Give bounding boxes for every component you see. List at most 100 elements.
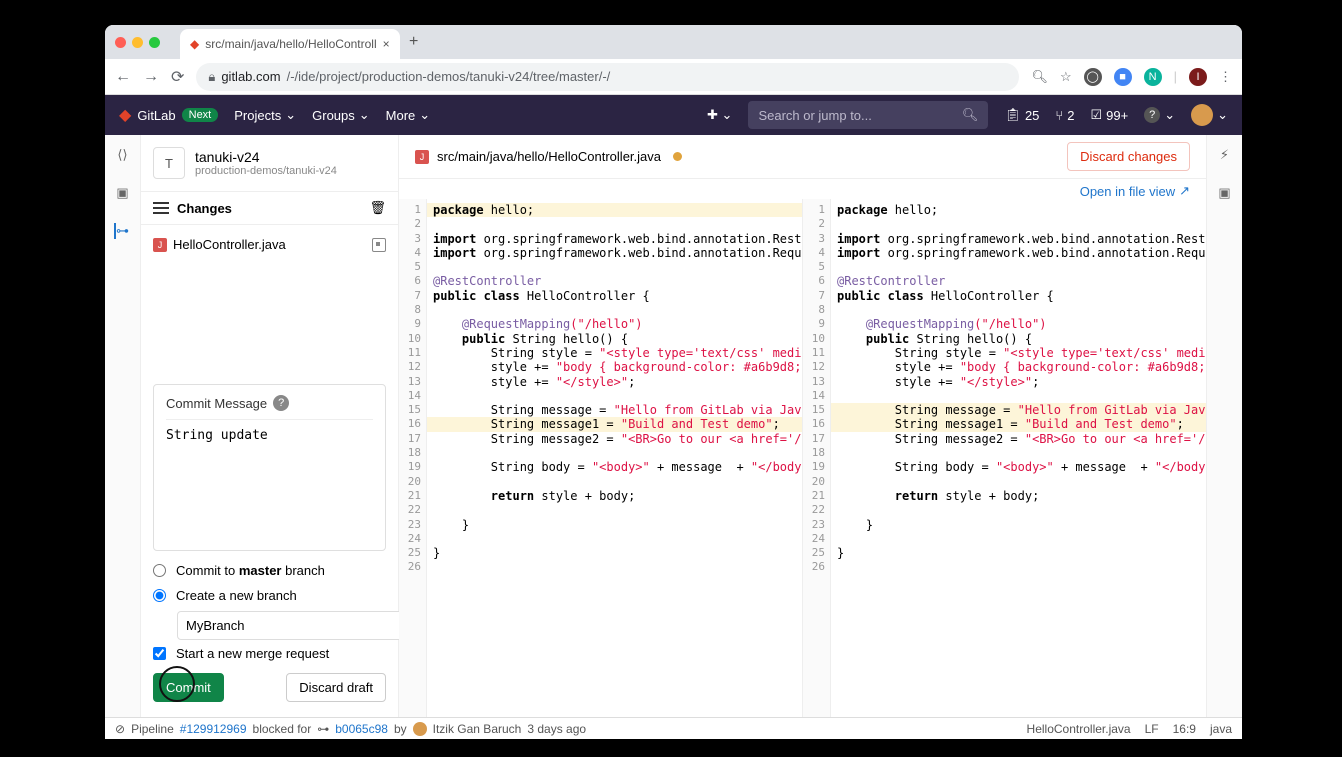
chevron-down-icon: ⌄ [285,107,296,123]
gitlab-logo[interactable]: ◆ GitLab Next [119,105,218,125]
kebab-icon[interactable]: ⋮ [1219,69,1232,85]
open-in-file-view-link[interactable]: Open in file view ↗ [1080,183,1190,199]
chevron-down-icon: ⌄ [359,107,370,123]
start-mr-checkbox[interactable] [153,646,166,661]
forward-icon[interactable]: → [143,68,159,86]
pipeline-status-icon: ⊘ [115,722,125,736]
commit-message-box: Commit Message? [153,384,386,551]
start-mr-label: Start a new merge request [176,646,329,661]
chevron-down-icon: ⌄ [419,107,430,123]
diff-right-pane[interactable]: 1234567891011121314151617181920212223242… [803,199,1206,717]
commit-message-input[interactable] [166,419,373,539]
gitlab-navbar: ◆ GitLab Next Projects⌄ Groups⌄ More⌄ ✚ … [105,95,1242,135]
status-bar: ⊘ Pipeline #129912969 blocked for ⊶ b006… [105,717,1242,739]
minimize-window-icon[interactable] [132,37,143,48]
mr-counter[interactable]: ⑂2 [1055,108,1074,123]
commit-to-master-option[interactable]: Commit to master branch [153,563,386,578]
commit-sha-link[interactable]: b0065c98 [335,722,388,736]
traffic-lights [115,37,160,48]
maximize-window-icon[interactable] [149,37,160,48]
commit-when: 3 days ago [527,722,586,736]
activity-bar: ⟨⟩ ▣ ⊶ [105,135,141,717]
user-menu[interactable]: ⌄ [1191,104,1228,126]
status-file: HelloController.java [1027,722,1131,736]
ide-workspace: ⟨⟩ ▣ ⊶ T tanuki-v24 production-demos/tan… [105,135,1242,717]
radio-new-branch[interactable] [153,589,166,602]
edit-icon[interactable]: ⟨⟩ [117,147,127,163]
commit-icon[interactable]: ⊶ [114,223,129,239]
close-window-icon[interactable] [115,37,126,48]
new-tab-button[interactable]: + [400,33,428,51]
modified-icon [372,238,386,252]
search-icon: 🔍︎ [962,107,979,123]
commit-message-label: Commit Message [166,396,267,411]
changed-file[interactable]: J HelloController.java [153,233,386,256]
file-name: HelloController.java [173,237,286,252]
help-icon[interactable]: ? [273,395,289,411]
create-branch-option[interactable]: Create a new branch [153,588,386,603]
review-icon[interactable]: ▣ [116,185,128,201]
changes-header: Changes 🗑︎ [141,191,398,225]
zoom-icon[interactable]: 🔍︎ [1031,69,1048,85]
branch-icon: ⊶ [317,722,329,736]
branch-name-input[interactable] [177,611,410,640]
project-path: production-demos/tanuki-v24 [195,165,337,177]
status-lf: LF [1145,722,1159,736]
project-header[interactable]: T tanuki-v24 production-demos/tanuki-v24 [141,135,398,191]
changed-files-list: J HelloController.java [141,225,398,264]
browser-tab[interactable]: ◆ src/main/java/hello/HelloControll × [180,29,400,59]
pipeline-label: Pipeline [131,722,174,736]
terminal-icon[interactable]: ▣ [1218,185,1230,201]
author-avatar-icon [413,722,427,736]
plus-button[interactable]: ✚ ⌄ [707,107,732,123]
profile-icon[interactable]: I [1189,68,1207,86]
nav-projects[interactable]: Projects⌄ [234,107,296,123]
browser-toolbar: ← → ⟳ 🔒︎ gitlab.com/-/ide/project/produc… [105,59,1242,95]
gitlab-favicon-icon: ◆ [190,37,199,51]
status-pos: 16:9 [1173,722,1196,736]
bookmark-icon[interactable]: ☆ [1060,69,1072,85]
browser-window: ◆ src/main/java/hello/HelloControll × + … [105,25,1242,739]
global-search[interactable]: 🔍︎ [748,101,988,129]
tab-title: src/main/java/hello/HelloControll [205,37,376,51]
issues-counter[interactable]: 📋︎25 [1004,107,1039,123]
list-icon[interactable] [153,202,169,214]
lock-icon: 🔒︎ [208,69,215,85]
changes-title: Changes [177,201,361,216]
pipelines-icon[interactable]: ⚡︎ [1220,147,1229,163]
discard-draft-button[interactable]: Discard draft [286,673,386,702]
nav-more[interactable]: More⌄ [386,107,431,123]
branch-options: Commit to master branch Create a new bra… [141,551,398,640]
ext2-icon[interactable]: ■ [1114,68,1132,86]
ext3-icon[interactable]: N [1144,68,1162,86]
pipeline-link[interactable]: #129912969 [180,722,247,736]
back-icon[interactable]: ← [115,68,131,86]
commit-button[interactable]: Commit [153,673,224,702]
project-initial: T [153,147,185,179]
diff-left-pane[interactable]: 1234567891011121314151617181920212223242… [399,199,803,717]
editor-area: J src/main/java/hello/HelloController.ja… [399,135,1206,717]
reload-icon[interactable]: ⟳ [171,67,184,87]
ext1-icon[interactable]: ◯ [1084,68,1102,86]
tanuki-icon: ◆ [119,105,131,125]
todos-counter[interactable]: ☑99+ [1090,107,1128,123]
browser-tabbar: ◆ src/main/java/hello/HelloControll × + [105,25,1242,59]
project-name: tanuki-v24 [195,149,337,165]
help-button[interactable]: ?⌄ [1144,107,1175,123]
search-input[interactable] [758,108,953,123]
java-file-icon: J [153,238,167,252]
nav-groups[interactable]: Groups⌄ [312,107,370,123]
open-file-path: src/main/java/hello/HelloController.java [437,149,661,164]
url-host: gitlab.com [221,69,280,84]
discard-changes-button[interactable]: Discard changes [1067,142,1190,171]
address-bar[interactable]: 🔒︎ gitlab.com/-/ide/project/production-d… [196,63,1019,91]
avatar [1191,104,1213,126]
radio-master[interactable] [153,564,166,577]
trash-icon[interactable]: 🗑︎ [369,200,386,216]
external-link-icon: ↗ [1179,183,1190,199]
by-text: by [394,722,407,736]
brand-text: GitLab [137,108,175,123]
close-tab-icon[interactable]: × [383,37,390,51]
sidebar: T tanuki-v24 production-demos/tanuki-v24… [141,135,399,717]
divider-icon: | [1174,69,1177,84]
